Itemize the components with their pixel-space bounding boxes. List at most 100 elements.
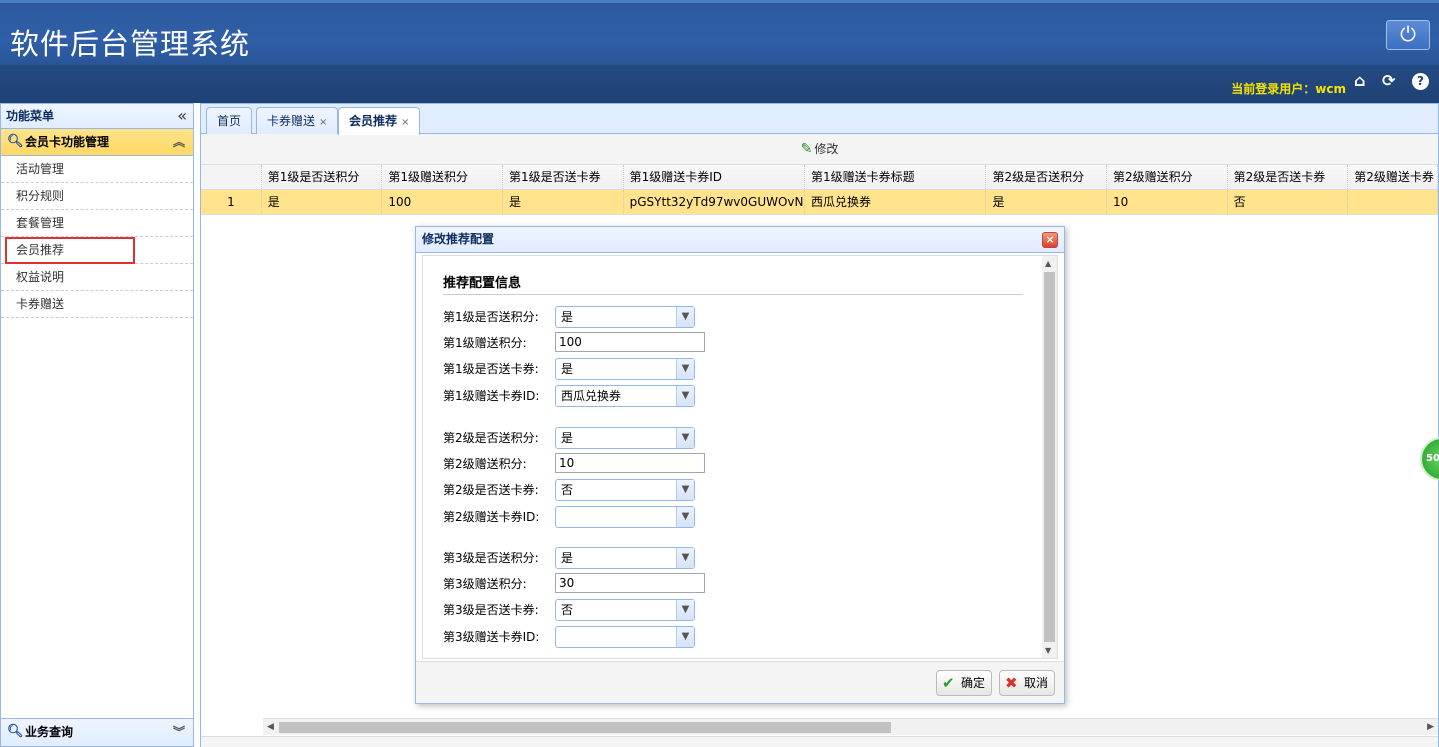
- accordion-business-query[interactable]: 🔍︎ 业务查询 ︾: [1, 718, 193, 746]
- select-field[interactable]: 是 ▼: [555, 306, 695, 328]
- close-icon[interactable]: ×: [319, 117, 327, 128]
- collapse-left-icon[interactable]: «: [177, 104, 187, 128]
- column-header[interactable]: 第1级赠送卡券标题: [805, 165, 987, 189]
- cancel-label: 取消: [1024, 676, 1049, 690]
- select-field[interactable]: ▼: [555, 506, 695, 528]
- edit-recommend-dialog: 修改推荐配置 × 推荐配置信息 ▲ ▼ 第1级是否送积分: 是 ▼ 第1级赠送积分: 1…: [415, 226, 1065, 704]
- select-field[interactable]: 否 ▼: [555, 599, 695, 621]
- chevron-up-icon[interactable]: ︽: [173, 129, 185, 155]
- text-input[interactable]: 30: [555, 573, 705, 593]
- text-input[interactable]: 100: [555, 332, 705, 352]
- chevron-down-icon[interactable]: ▼: [676, 548, 694, 568]
- form-row: 第3级是否送卡券: 否 ▼: [443, 599, 743, 621]
- confirm-label: 确定: [961, 676, 986, 690]
- scroll-left-icon[interactable]: ◀: [267, 719, 274, 736]
- scroll-thumb[interactable]: [279, 722, 891, 733]
- column-header[interactable]: 第2级是否送卡券: [1228, 165, 1349, 189]
- select-field[interactable]: 是 ▼: [555, 547, 695, 569]
- form-row: 第2级赠送积分: 10: [443, 453, 743, 475]
- app-header: 软件后台管理系统 ⏻: [0, 0, 1439, 65]
- sub-header: 当前登录用户：wcm ⌂ ⟳ ?: [0, 65, 1439, 103]
- column-header[interactable]: 第2级赠送卡券: [1348, 165, 1438, 189]
- dialog-header: 修改推荐配置 ×: [416, 227, 1064, 253]
- table-row[interactable]: 1 是 100 是 pGSYtt32yTd97wv0GUWOvNv 西瓜兑换券是 10 否: [201, 190, 1438, 215]
- pager-bar: [201, 736, 1438, 747]
- column-header[interactable]: 第2级是否送积分: [986, 165, 1108, 189]
- chevron-down-icon[interactable]: ▼: [676, 480, 694, 500]
- select-field[interactable]: 是 ▼: [555, 427, 695, 449]
- chevron-down-icon[interactable]: ︾: [173, 719, 185, 745]
- chevron-down-icon[interactable]: ▼: [676, 507, 694, 527]
- chevron-down-icon[interactable]: ▼: [676, 307, 694, 327]
- menu-item-benefits[interactable]: 权益说明: [1, 264, 193, 291]
- cancel-button[interactable]: ✖ 取消: [999, 670, 1056, 696]
- chevron-down-icon[interactable]: ▼: [676, 386, 694, 406]
- tab-member-recommend[interactable]: 会员推荐 ×: [338, 107, 421, 135]
- accordion-title: 会员卡功能管理: [25, 135, 110, 149]
- scroll-right-icon[interactable]: ▶: [1427, 719, 1434, 736]
- toolbar: ✎ 修改: [201, 134, 1438, 165]
- select-field[interactable]: ▼: [555, 626, 695, 648]
- select-field[interactable]: 是 ▼: [555, 358, 695, 380]
- section-title: 推荐配置信息: [443, 276, 522, 291]
- accordion-title: 业务查询: [25, 725, 74, 739]
- tab-coupon-gift[interactable]: 卡券赠送 ×: [256, 107, 339, 134]
- tab-label: 首页: [217, 114, 242, 128]
- tab-label: 卡券赠送: [267, 114, 316, 128]
- power-button[interactable]: ⏻: [1386, 20, 1430, 50]
- menu-item-points-rules[interactable]: 积分规则: [1, 183, 193, 210]
- scroll-thumb[interactable]: [1044, 272, 1055, 642]
- menu-panel-title: 功能菜单: [6, 109, 55, 123]
- table-cell: 100: [382, 190, 504, 214]
- close-icon[interactable]: ×: [401, 117, 409, 128]
- vertical-scrollbar[interactable]: ▲ ▼: [1042, 256, 1057, 658]
- column-header[interactable]: 第1级是否送积分: [262, 165, 383, 189]
- menu-item-package[interactable]: 套餐管理: [1, 210, 193, 237]
- column-header[interactable]: 第1级赠送卡券ID: [624, 165, 806, 189]
- current-user-label: 当前登录用户：wcm: [1231, 82, 1346, 96]
- chevron-down-icon[interactable]: ▼: [676, 627, 694, 647]
- close-icon[interactable]: ×: [1042, 232, 1058, 248]
- field-label: 第3级是否送积分:: [443, 551, 539, 565]
- table-cell: 西瓜兑换券: [805, 190, 987, 214]
- select-value: 是: [561, 551, 574, 565]
- select-field[interactable]: 否 ▼: [555, 479, 695, 501]
- field-label: 第2级赠送积分:: [443, 457, 527, 471]
- text-input[interactable]: 10: [555, 453, 705, 473]
- column-header[interactable]: 第2级赠送积分: [1107, 165, 1228, 189]
- table-cell: 是: [503, 190, 624, 214]
- edit-button[interactable]: ✎ 修改: [801, 141, 839, 157]
- scroll-up-icon[interactable]: ▲: [1045, 259, 1051, 268]
- chevron-down-icon[interactable]: ▼: [676, 428, 694, 448]
- home-icon[interactable]: ⌂: [1354, 71, 1365, 90]
- chevron-down-icon[interactable]: ▼: [676, 600, 694, 620]
- menu-item-coupon-gift[interactable]: 卡券赠送: [1, 291, 193, 318]
- field-label: 第3级是否送卡券:: [443, 603, 539, 617]
- field-label: 第1级是否送积分:: [443, 310, 539, 324]
- help-icon[interactable]: ?: [1412, 73, 1429, 90]
- accordion-member-card[interactable]: 🔍︎ 会员卡功能管理 ︽: [1, 129, 193, 156]
- dialog-title: 修改推荐配置: [422, 232, 495, 246]
- chevron-down-icon[interactable]: ▼: [676, 359, 694, 379]
- column-header[interactable]: 第1级是否送卡券: [503, 165, 624, 189]
- search-icon: 🔍︎: [7, 134, 24, 149]
- column-header[interactable]: 第1级赠送积分: [382, 165, 504, 189]
- table-cell: pGSYtt32yTd97wv0GUWOvNv: [624, 190, 806, 214]
- form-row: 第3级是否送积分: 是 ▼: [443, 547, 743, 569]
- select-field[interactable]: 西瓜兑换券 ▼: [555, 385, 695, 407]
- confirm-button[interactable]: ✔ 确定: [936, 670, 993, 696]
- menu-item-activity[interactable]: 活动管理: [1, 156, 193, 183]
- menu-item-member-recommend[interactable]: 会员推荐: [1, 237, 193, 264]
- horizontal-scrollbar[interactable]: ◀ ▶: [263, 718, 1438, 735]
- form-row: 第1级赠送积分: 100: [443, 332, 743, 354]
- field-label: 第1级赠送卡券ID:: [443, 389, 540, 403]
- form-row: 第2级是否送积分: 是 ▼: [443, 427, 743, 449]
- form-row: 第3级赠送积分: 30: [443, 573, 743, 595]
- dialog-body: 推荐配置信息 ▲ ▼ 第1级是否送积分: 是 ▼ 第1级赠送积分: 100 第1级是否送卡…: [422, 255, 1058, 659]
- select-value: 否: [561, 603, 574, 617]
- refresh-icon[interactable]: ⟳: [1382, 71, 1395, 90]
- tab-home[interactable]: 首页: [206, 107, 253, 134]
- scroll-down-icon[interactable]: ▼: [1045, 646, 1051, 655]
- rownum-header: [201, 165, 262, 189]
- select-value: 是: [561, 431, 574, 445]
